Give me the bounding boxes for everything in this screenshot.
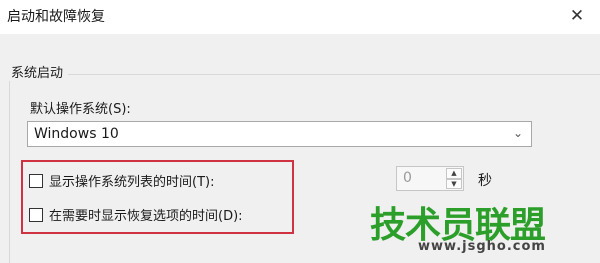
spin-up-button[interactable]: ▲: [446, 168, 462, 179]
window-title: 启动和故障恢复: [7, 9, 105, 25]
chevron-down-icon: ⌄: [512, 126, 523, 140]
default-os-label: 默认操作系统(S):: [30, 102, 131, 117]
show-recovery-row[interactable]: 在需要时显示恢复选项的时间(D):: [29, 205, 243, 224]
show-os-list-checkbox[interactable]: [29, 173, 43, 188]
default-os-value: Windows 10: [34, 126, 119, 142]
show-recovery-label: 在需要时显示恢复选项的时间(D):: [49, 209, 243, 224]
system-startup-group-label: 系统启动: [6, 62, 69, 81]
spinner-buttons: ▲ ▼: [446, 168, 462, 189]
show-recovery-checkbox[interactable]: [29, 207, 43, 222]
spin-down-button[interactable]: ▼: [446, 178, 462, 189]
show-os-list-label: 显示操作系统列表的时间(T):: [49, 175, 215, 190]
show-os-list-row[interactable]: 显示操作系统列表的时间(T):: [29, 171, 214, 190]
os-list-time-value: 0: [403, 170, 412, 186]
seconds-unit-label: 秒: [478, 173, 492, 189]
close-icon: ✕: [569, 6, 585, 26]
default-os-select[interactable]: Windows 10 ⌄: [27, 121, 532, 147]
startup-recovery-dialog: 启动和故障恢复 ✕ 系统启动 默认操作系统(S): Windows 10 ⌄ 显…: [0, 0, 600, 263]
os-list-time-spinner[interactable]: 0 ▲ ▼: [396, 166, 464, 191]
title-bar: 启动和故障恢复 ✕: [0, 0, 600, 34]
watermark-url: www.jsgho.com: [418, 239, 546, 254]
close-button[interactable]: ✕: [554, 0, 600, 32]
